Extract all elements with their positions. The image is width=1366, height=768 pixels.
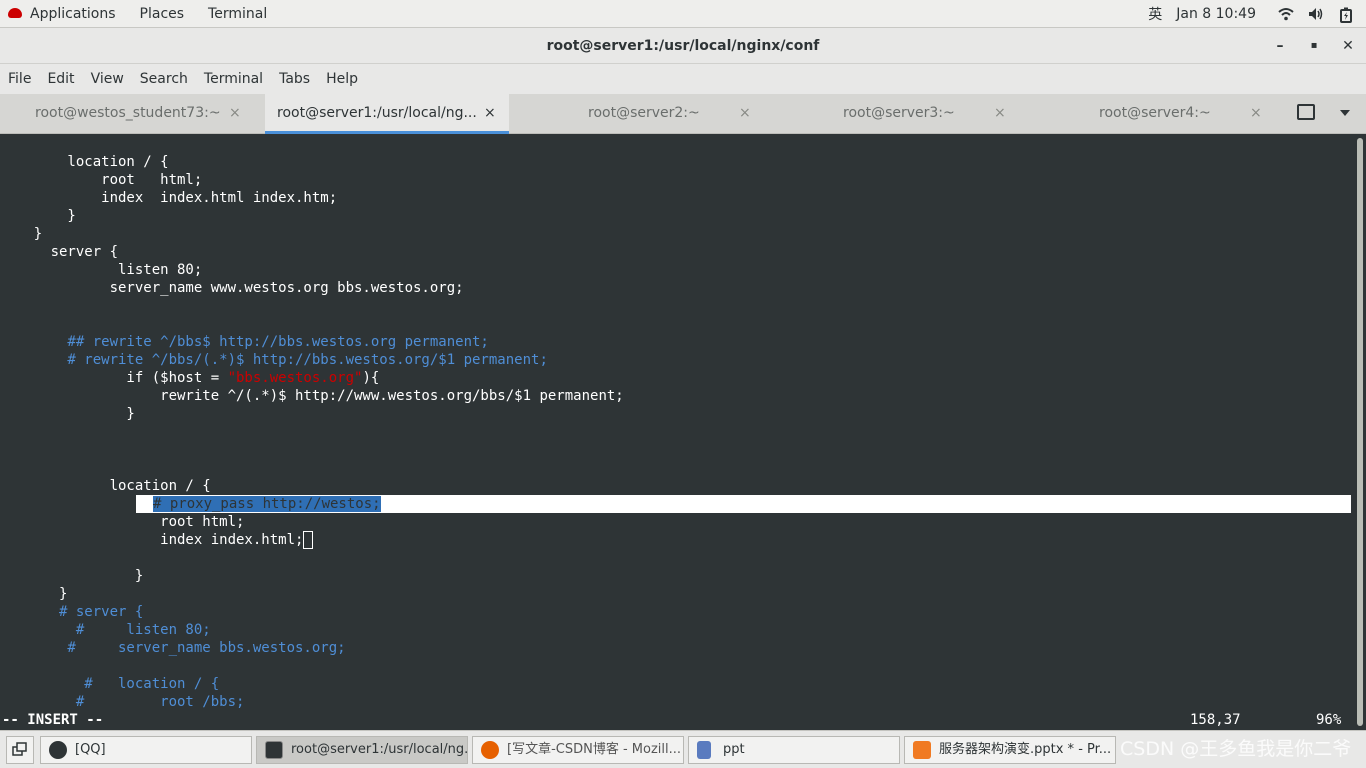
redhat-logo-icon (8, 7, 22, 18)
scroll-percent: 96% (1316, 712, 1342, 728)
document-icon (697, 741, 711, 759)
menu-help[interactable]: Help (318, 71, 366, 87)
terminal-line-text: index index.html; (0, 532, 304, 548)
terminal-line-cursor: index index.html; (0, 531, 314, 549)
menu-edit[interactable]: Edit (39, 71, 82, 87)
terminal-line: root html; (0, 172, 203, 188)
tab-label: root@westos_student73:~ (35, 105, 221, 121)
show-desktop-icon (12, 742, 27, 756)
menu-terminal[interactable]: Terminal (196, 71, 271, 87)
terminal-comment-line: # listen 80; (0, 622, 211, 638)
applications-label: Applications (30, 5, 116, 22)
terminal-comment-line: # server { (0, 604, 144, 620)
selection-highlight: # proxy_pass http://westos; (153, 496, 381, 512)
tab-server1[interactable]: root@server1:/usr/local/ng... × (265, 94, 509, 134)
tab-label: root@server1:/usr/local/ng... (277, 105, 477, 121)
terminal-line: location / { (0, 478, 211, 494)
terminal-line: listen 80; (0, 262, 203, 278)
terminal-line: root html; (0, 514, 245, 530)
terminal-line-if-host: if ($host = "bbs.westos.org"){ (0, 369, 379, 387)
scrollbar-thumb[interactable] (1357, 138, 1363, 726)
taskbar-item-qq[interactable]: [QQ] (40, 736, 252, 764)
tab-server3[interactable]: root@server3:~ × (767, 94, 1019, 134)
terminal-line: } (0, 586, 68, 602)
tab-close-icon[interactable]: × (229, 94, 241, 132)
terminal-content[interactable]: location / { root html; index index.html… (0, 134, 1354, 730)
terminal-line: } (0, 406, 135, 422)
tab-close-icon[interactable]: × (484, 94, 496, 132)
code-if-suffix: ){ (362, 370, 380, 386)
tab-westos-student73[interactable]: root@westos_student73:~ × (0, 94, 262, 134)
taskbar-item-presentation[interactable]: 服务器架构演变.pptx * - Pr... (904, 736, 1116, 764)
menu-view[interactable]: View (83, 71, 132, 87)
applications-menu[interactable]: Applications (0, 0, 128, 28)
csdn-watermark: CSDN @王多鱼我是你二爷 (1120, 738, 1352, 760)
terminal-app-menu[interactable]: Terminal (196, 0, 279, 28)
taskbar-item-ppt-folder[interactable]: ppt (688, 736, 900, 764)
minimize-button[interactable]: – (1270, 36, 1290, 56)
wifi-icon[interactable] (1278, 7, 1294, 21)
menu-search[interactable]: Search (132, 71, 196, 87)
terminal-comment-line: # rewrite ^/bbs/(.*)$ http://bbs.westos.… (0, 352, 548, 368)
maximize-button[interactable]: ▪ (1304, 36, 1324, 56)
terminal-line: index index.html index.htm; (0, 190, 338, 206)
terminal-line: location / { (0, 154, 169, 170)
vim-mode-indicator: -- INSERT -- (2, 712, 104, 728)
taskbar-item-label: 服务器架构演变.pptx * - Pr... (939, 742, 1112, 757)
terminal-comment-line: # root /bbs; (0, 694, 245, 710)
tab-list-chevron-down-icon[interactable] (1340, 110, 1350, 116)
places-menu[interactable]: Places (128, 0, 197, 28)
terminal-line: server_name www.westos.org bbs.westos.or… (0, 280, 464, 296)
terminal-comment-line: # server_name bbs.westos.org; (0, 640, 346, 656)
tab-close-icon[interactable]: × (1250, 94, 1262, 132)
terminal-line: server { (0, 244, 119, 260)
tab-server2[interactable]: root@server2:~ × (512, 94, 764, 134)
taskbar-item-terminal[interactable]: root@server1:/usr/local/ng... (256, 736, 468, 764)
menu-tabs[interactable]: Tabs (271, 71, 318, 87)
terminal-line: } (0, 226, 43, 242)
taskbar-item-label: root@server1:/usr/local/ng... (291, 742, 468, 757)
terminal-line: } (0, 568, 144, 584)
terminal-icon (265, 741, 283, 759)
code-if-prefix: if ($host = (0, 370, 228, 386)
tab-close-icon[interactable]: × (739, 94, 751, 132)
scrollbar[interactable] (1354, 134, 1366, 730)
show-desktop-button[interactable] (6, 736, 34, 764)
window-title: root@server1:/usr/local/nginx/conf (546, 38, 820, 54)
taskbar-item-firefox[interactable]: [写文章-CSDN博客 - Mozill... (472, 736, 684, 764)
taskbar-item-label: [QQ] (75, 742, 106, 757)
tab-bar: root@westos_student73:~ × root@server1:/… (0, 94, 1366, 134)
taskbar-item-label: [写文章-CSDN博客 - Mozill... (507, 742, 682, 757)
terminal-comment-line: ## rewrite ^/bbs$ http://bbs.westos.org … (0, 334, 489, 350)
clock[interactable]: Jan 8 10:49 (1176, 6, 1256, 22)
firefox-icon (481, 741, 499, 759)
selected-text[interactable]: # proxy_pass http://westos; (153, 495, 381, 513)
text-cursor (303, 531, 314, 549)
tab-label: root@server2:~ (588, 105, 700, 121)
terminal-line: } (0, 208, 76, 224)
tab-label: root@server3:~ (843, 105, 955, 121)
battery-icon[interactable] (1338, 7, 1354, 23)
cursor-position: 158,37 (1190, 712, 1241, 728)
code-string-literal: "bbs.westos.org" (227, 370, 363, 386)
volume-icon[interactable] (1308, 7, 1324, 21)
window-titlebar[interactable]: root@server1:/usr/local/nginx/conf – ▪ ✕ (0, 28, 1366, 64)
terminal-line: rewrite ^/(.*)$ http://www.westos.org/bb… (0, 388, 624, 404)
terminal-comment-line: # location / { (0, 676, 220, 692)
tab-close-icon[interactable]: × (994, 94, 1006, 132)
taskbar-item-label: ppt (723, 742, 745, 757)
presentation-icon (913, 741, 931, 759)
qq-penguin-icon (49, 741, 67, 759)
menu-file[interactable]: File (0, 71, 39, 87)
tab-label: root@server4:~ (1099, 105, 1211, 121)
new-tab-icon[interactable] (1297, 104, 1315, 120)
tab-server4[interactable]: root@server4:~ × (1022, 94, 1276, 134)
menubar: File Edit View Search Terminal Tabs Help (0, 64, 1366, 94)
input-method-indicator[interactable]: 英 (1148, 4, 1162, 24)
close-button[interactable]: ✕ (1338, 36, 1358, 56)
top-panel: Applications Places Terminal 英 Jan 8 10:… (0, 0, 1366, 28)
